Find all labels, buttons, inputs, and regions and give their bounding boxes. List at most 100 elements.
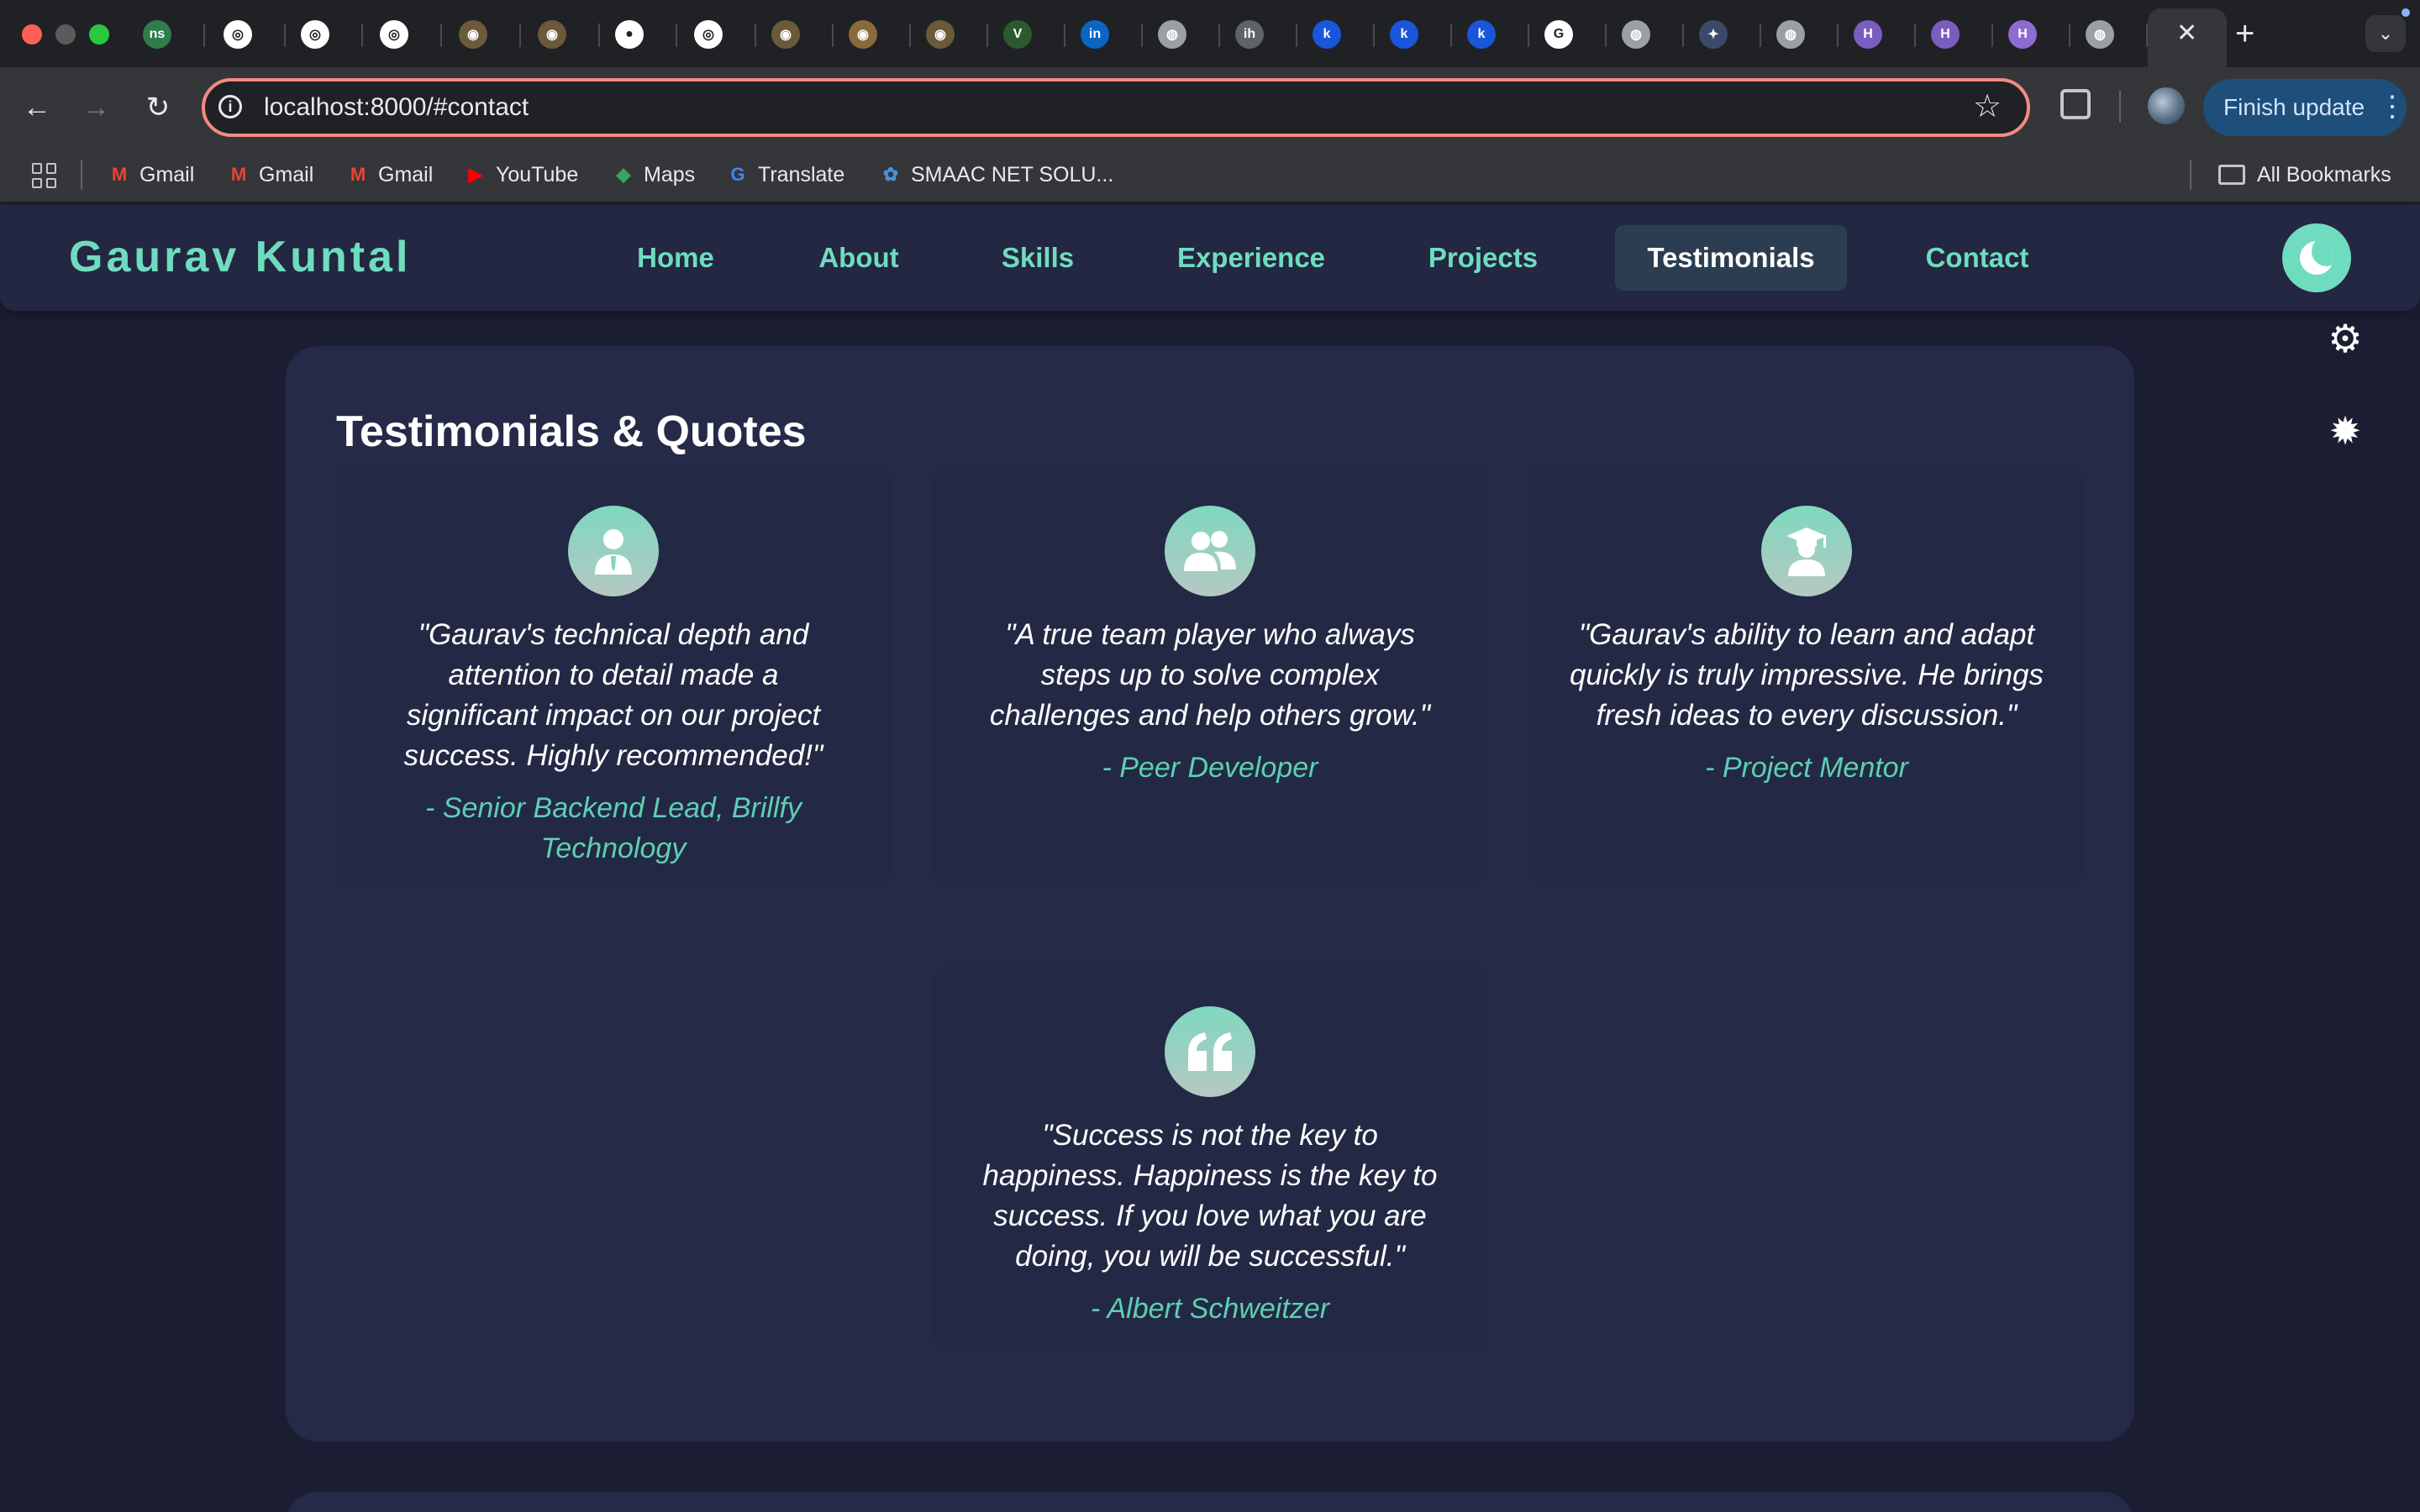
forward-icon[interactable]: → [76, 87, 116, 128]
finish-update-button[interactable]: Finish update [2203, 79, 2407, 136]
nav-projects[interactable]: Projects [1405, 225, 1561, 291]
tab-separator [909, 24, 911, 47]
tab-separator [832, 24, 834, 47]
h-app-icon[interactable]: H [1854, 20, 1882, 49]
maps-icon: ◆ [616, 164, 631, 185]
browser-menu-icon[interactable]: ⋮ [2378, 86, 2407, 128]
tab-separator [440, 24, 442, 47]
testimonial-author: - Albert Schweitzer [1090, 1293, 1330, 1325]
bookmark-label: Gmail [378, 162, 434, 186]
profile-avatar[interactable] [2148, 87, 2185, 124]
k-app-icon[interactable]: k [1313, 20, 1341, 49]
youtube-icon: ▶ [468, 164, 483, 185]
website-icon[interactable]: ◉ [926, 20, 955, 49]
website-icon[interactable]: ◉ [538, 20, 566, 49]
chatgpt-icon[interactable]: ◎ [380, 20, 408, 49]
globe-icon[interactable]: ◍ [1776, 20, 1805, 49]
notion-sites-icon[interactable]: ns [143, 20, 171, 49]
bookmark-maps[interactable]: ◆ Maps [612, 160, 696, 190]
h-app-icon[interactable]: H [2008, 20, 2037, 49]
all-bookmarks-button[interactable]: All Bookmarks [2218, 160, 2391, 190]
globe-icon[interactable]: ◍ [2086, 20, 2114, 49]
globe-icon[interactable]: ◍ [1622, 20, 1650, 49]
translate-icon: G [730, 164, 745, 185]
bookmarks-divider [2190, 160, 2191, 190]
chatgpt-icon[interactable]: ◎ [224, 20, 252, 49]
nav-about[interactable]: About [797, 225, 921, 291]
k-app-icon[interactable]: k [1390, 20, 1418, 49]
tab-separator [519, 24, 521, 47]
nav-experience[interactable]: Experience [1155, 225, 1348, 291]
nav-skills[interactable]: Skills [978, 225, 1097, 291]
bookmark-translate[interactable]: G Translate [726, 160, 844, 190]
bookmark-smaac[interactable]: ✿ SMAAC NET SOLU... [879, 160, 1113, 190]
testimonial-card: "Success is not the key to happiness. Ha… [933, 1006, 1487, 1329]
bookmark-gmail[interactable]: M Gmail [108, 160, 194, 190]
website-icon[interactable]: ◉ [459, 20, 487, 49]
bookmark-gmail[interactable]: M Gmail [346, 160, 433, 190]
nav-testimonials[interactable]: Testimonials [1615, 225, 1847, 291]
address-bar-url[interactable]: localhost:8000/#contact [264, 89, 529, 126]
extensions-icon[interactable] [2060, 89, 2091, 119]
maximize-window-button[interactable] [89, 24, 109, 45]
minimize-window-button[interactable] [55, 24, 76, 45]
globe-icon[interactable]: ◍ [1158, 20, 1186, 49]
tab-separator [1914, 24, 1916, 47]
bookmark-youtube[interactable]: ▶ YouTube [464, 160, 579, 190]
chatgpt-icon[interactable]: ◎ [694, 20, 723, 49]
website-icon[interactable]: ◉ [771, 20, 800, 49]
tab-separator [598, 24, 600, 47]
nav-contact[interactable]: Contact [1904, 225, 2050, 291]
indiehackers-icon[interactable]: ih [1235, 20, 1264, 49]
gmail-icon: M [111, 164, 128, 185]
k-app-icon[interactable]: k [1467, 20, 1496, 49]
tab-separator [1991, 24, 1993, 47]
back-icon[interactable]: ← [17, 87, 57, 128]
tab-separator [1064, 24, 1065, 47]
testimonial-author: - Peer Developer [1102, 752, 1318, 784]
tab-separator [1450, 24, 1452, 47]
tab-separator [676, 24, 677, 47]
close-window-button[interactable] [22, 24, 42, 45]
gmail-icon: M [230, 164, 247, 185]
bookmark-label: Maps [644, 162, 696, 186]
puzzle-icon[interactable]: ✦ [1699, 20, 1728, 49]
bookmark-gmail[interactable]: M Gmail [227, 160, 313, 190]
website-icon[interactable]: ◉ [849, 20, 877, 49]
linkedin-icon[interactable]: in [1081, 20, 1109, 49]
smaac-icon: ✿ [882, 164, 899, 185]
testimonial-quote: "Gaurav's technical depth and attention … [403, 618, 823, 772]
site-info-icon[interactable]: i [218, 95, 242, 118]
testimonial-card: "A true team player who always steps up … [933, 506, 1487, 788]
google-icon[interactable]: G [1544, 20, 1573, 49]
quote-icon [1165, 1006, 1255, 1097]
github-icon[interactable]: ● [615, 20, 644, 49]
h-app-icon[interactable]: H [1931, 20, 1960, 49]
reload-icon[interactable]: ↻ [138, 87, 178, 128]
apps-grid-icon[interactable] [32, 163, 57, 188]
bookmarks-divider [81, 160, 82, 190]
brightness-gear-icon[interactable]: ✹ [2326, 412, 2365, 450]
settings-gear-icon[interactable]: ⚙ [2326, 319, 2365, 358]
notification-dot [2402, 8, 2410, 17]
graduate-icon [1761, 506, 1852, 596]
tab-search-button[interactable]: ⌄ [2365, 15, 2406, 52]
tab-separator [203, 24, 205, 47]
nav-home[interactable]: Home [613, 225, 738, 291]
tab-separator [755, 24, 756, 47]
bookmark-star-icon[interactable]: ☆ [1973, 87, 2002, 126]
moon-icon [2300, 241, 2333, 275]
chatgpt-icon[interactable]: ◎ [301, 20, 329, 49]
new-tab-button[interactable]: + [2235, 15, 2254, 52]
site-logo[interactable]: Gaurav Kuntal [69, 227, 411, 287]
vite-icon[interactable]: V [1003, 20, 1032, 49]
close-tab-icon[interactable]: ✕ [2176, 18, 2197, 49]
tab-separator [986, 24, 988, 47]
bookmark-label: Gmail [139, 162, 195, 186]
testimonial-quote: "Success is not the key to happiness. Ha… [982, 1119, 1438, 1273]
gmail-icon: M [350, 164, 366, 185]
theme-toggle-button[interactable] [2282, 223, 2351, 292]
tab-separator [1682, 24, 1684, 47]
tab-separator [361, 24, 363, 47]
bookmark-label: Gmail [259, 162, 314, 186]
